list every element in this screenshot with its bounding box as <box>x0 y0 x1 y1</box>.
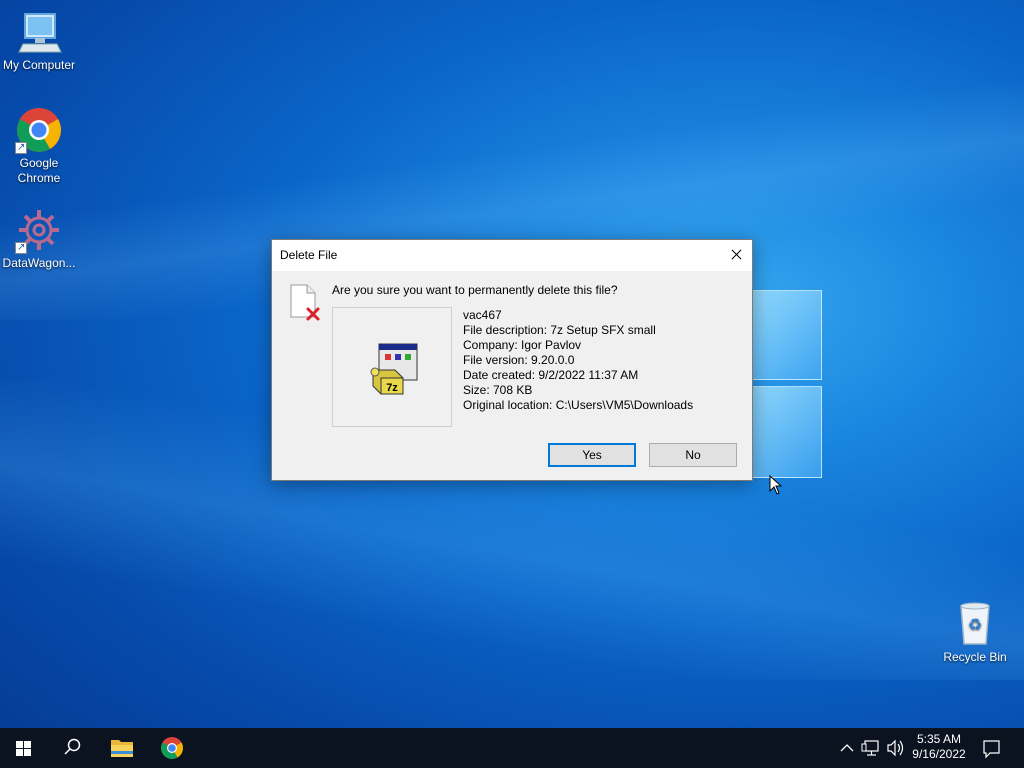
desktop-icon-label: DataWagon... <box>2 256 76 270</box>
yes-button[interactable]: Yes <box>548 443 636 467</box>
close-button[interactable] <box>720 240 752 270</box>
chrome-icon <box>161 737 183 759</box>
dialog-title: Delete File <box>280 248 338 262</box>
notification-icon <box>983 740 1000 759</box>
desktop-icon-label: Google Chrome <box>17 156 61 185</box>
file-details: vac467 File description: 7z Setup SFX sm… <box>463 308 693 413</box>
wallpaper-windows-logo <box>752 290 822 480</box>
search-button[interactable] <box>48 728 96 768</box>
desktop-icon-recycle-bin[interactable]: ♻ Recycle Bin <box>936 600 1014 665</box>
volume-button[interactable] <box>884 728 906 768</box>
file-original-location: Original location: C:\Users\VM5\Download… <box>463 398 694 412</box>
desktop-icon-label: My Computer <box>2 58 76 72</box>
network-icon <box>861 740 879 756</box>
chevron-up-icon <box>840 744 854 752</box>
action-center-button[interactable] <box>976 728 1024 768</box>
show-hidden-icons-button[interactable] <box>836 728 858 768</box>
desktop-icon-my-computer[interactable]: My Computer <box>0 8 78 73</box>
taskbar: 5:35 AM 9/16/2022 <box>0 728 1024 768</box>
7z-badge: 7z <box>386 382 398 394</box>
file-size: Size: 708 KB <box>463 383 533 397</box>
confirmation-message: Are you sure you want to permanently del… <box>332 283 618 297</box>
file-company: Company: Igor Pavlov <box>463 338 582 352</box>
search-icon <box>64 738 81 755</box>
desktop-icon-label: Recycle Bin <box>943 650 1007 664</box>
recycle-bin-icon: ♻ <box>951 600 999 648</box>
chrome-icon <box>15 106 63 155</box>
clock-time: 5:35 AM <box>916 732 962 746</box>
delete-document-icon <box>289 283 323 323</box>
file-name: vac467 <box>463 308 502 322</box>
desktop-icon-google-chrome[interactable]: Google Chrome <box>0 106 78 186</box>
file-description: File description: 7z Setup SFX small <box>463 323 656 337</box>
file-preview: 7z <box>332 307 452 427</box>
file-version: File version: 9.20.0.0 <box>463 353 575 367</box>
start-icon <box>16 741 31 756</box>
monitor-icon <box>15 8 63 56</box>
volume-icon <box>887 739 904 757</box>
taskbar-file-explorer[interactable] <box>98 728 146 768</box>
delete-file-dialog: Delete File Are you sure you want to per… <box>271 239 753 481</box>
shortcut-arrow-icon <box>15 240 27 255</box>
clock[interactable]: 5:35 AM 9/16/2022 <box>906 732 972 762</box>
file-explorer-icon <box>111 740 133 757</box>
datawagon-gear-icon <box>15 206 63 255</box>
shortcut-arrow-icon <box>15 140 27 155</box>
network-button[interactable] <box>860 728 884 768</box>
mouse-cursor-icon <box>769 475 783 495</box>
file-date-created: Date created: 9/2/2022 11:37 AM <box>463 368 639 382</box>
no-button[interactable]: No <box>649 443 737 467</box>
dialog-titlebar[interactable]: Delete File <box>272 240 752 271</box>
desktop-icon-datawagon[interactable]: DataWagon... <box>0 206 78 271</box>
7z-installer-icon: 7z <box>370 343 418 395</box>
clock-date: 9/16/2022 <box>912 747 966 761</box>
taskbar-chrome[interactable] <box>148 728 196 768</box>
start-button[interactable] <box>0 728 48 768</box>
svg-text:♻: ♻ <box>968 617 982 634</box>
